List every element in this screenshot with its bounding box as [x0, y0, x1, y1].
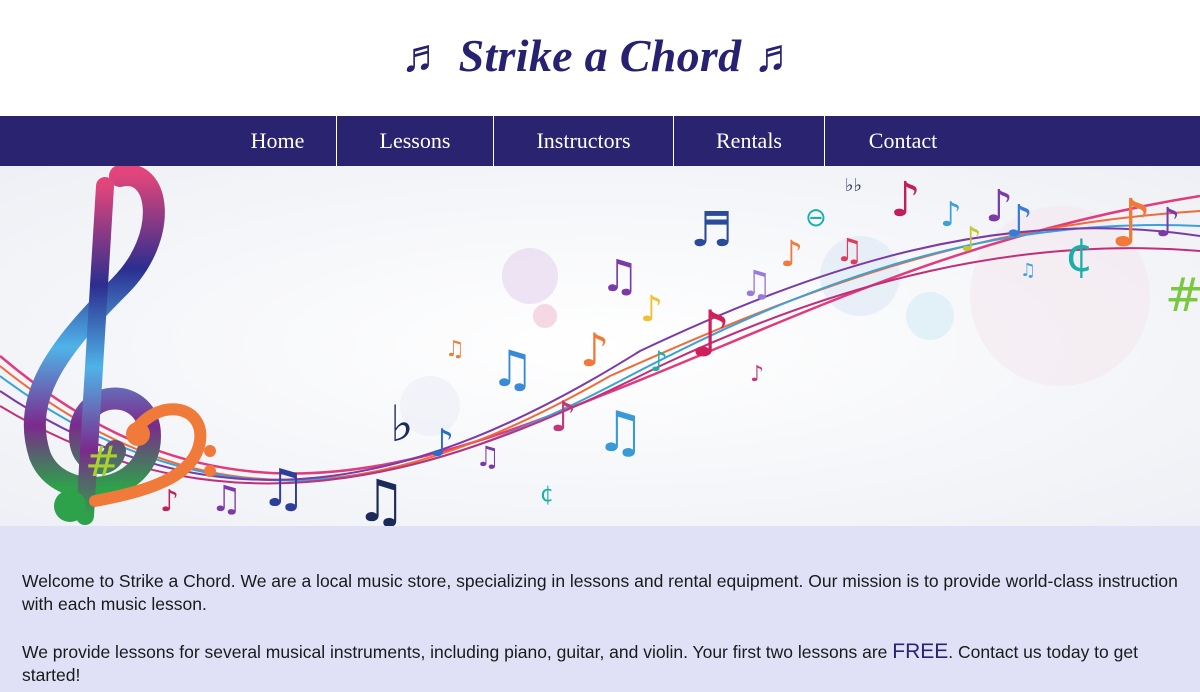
hero-banner: ♫ ♫ ♭ ♪ ♫ ♪ ♫ ♪ ♫ ♪ ♬ ♪ ♫ ♪ ♫ ♪ ♪ ♪ ♪ ♪ …	[0, 166, 1200, 526]
svg-text:♪: ♪	[1005, 196, 1033, 247]
nav-item-contact[interactable]: Contact	[825, 116, 981, 166]
hero-image: ♫ ♫ ♭ ♪ ♫ ♪ ♫ ♪ ♫ ♪ ♬ ♪ ♫ ♪ ♫ ♪ ♪ ♪ ♪ ♪ …	[0, 166, 1200, 526]
svg-text:#: #	[85, 437, 120, 486]
svg-text:♪: ♪	[1155, 200, 1181, 246]
svg-text:♫: ♫	[595, 400, 645, 465]
svg-text:♪: ♪	[780, 234, 803, 275]
svg-text:♫: ♫	[490, 340, 535, 398]
free-emphasis: FREE	[892, 640, 949, 663]
svg-text:♫: ♫	[475, 440, 500, 473]
svg-text:¢: ¢	[540, 482, 554, 507]
nav-item-instructors[interactable]: Instructors	[494, 116, 674, 166]
svg-text:♫: ♫	[600, 251, 639, 302]
svg-text:♭♭: ♭♭	[845, 175, 862, 196]
svg-text:♪: ♪	[160, 484, 179, 519]
svg-text:♪: ♪	[690, 298, 731, 372]
svg-text:♫: ♫	[355, 467, 407, 526]
svg-text:♫: ♫	[210, 479, 242, 520]
nav-item-lessons[interactable]: Lessons	[337, 116, 494, 166]
music-note-icon: ♬	[753, 29, 800, 81]
svg-text:♪: ♪	[430, 421, 454, 465]
svg-text:♭: ♭	[390, 395, 414, 453]
svg-text:♪: ♪	[940, 195, 962, 235]
svg-text:♪: ♪	[650, 345, 668, 378]
main-nav: Home Lessons Instructors Rentals Contact	[0, 116, 1200, 166]
svg-text:♪: ♪	[890, 172, 921, 228]
site-header: ♬ Strike a Chord ♬	[0, 0, 1200, 116]
svg-text:♪: ♪	[640, 289, 663, 330]
svg-text:♫: ♫	[445, 337, 465, 362]
intro-text: We provide lessons for several musical i…	[22, 642, 893, 662]
svg-text:♪: ♪	[1110, 185, 1152, 262]
site-title-text: Strike a Chord	[458, 29, 742, 81]
svg-text:♫: ♫	[740, 264, 772, 305]
svg-text:♪: ♪	[960, 220, 982, 260]
svg-text:#: #	[1165, 268, 1200, 322]
svg-text:♪: ♪	[580, 323, 609, 377]
nav-item-rentals[interactable]: Rentals	[674, 116, 825, 166]
svg-text:⊖: ⊖	[805, 203, 827, 233]
svg-text:♫: ♫	[1020, 260, 1036, 281]
intro-paragraph: Welcome to Strike a Chord. We are a loca…	[22, 571, 1178, 614]
nav-label: Contact	[868, 128, 938, 153]
svg-text:♬: ♬	[690, 202, 733, 258]
svg-text:♫: ♫	[835, 231, 864, 269]
nav-label: Lessons	[379, 128, 451, 153]
nav-item-home[interactable]: Home	[219, 116, 337, 166]
nav-label: Home	[250, 128, 305, 153]
nav-label: Rentals	[716, 128, 782, 153]
intro-paragraph-lessons: We provide lessons for several musical i…	[22, 640, 1178, 687]
svg-text:¢: ¢	[1065, 228, 1094, 282]
site-title[interactable]: ♬ Strike a Chord ♬	[400, 29, 799, 88]
svg-text:♫: ♫	[260, 459, 307, 519]
svg-text:♪: ♪	[750, 362, 764, 387]
nav-label: Instructors	[536, 128, 631, 153]
svg-text:♪: ♪	[550, 392, 577, 441]
nav-list: Home Lessons Instructors Rentals Contact	[219, 116, 981, 166]
intro-section: Welcome to Strike a Chord. We are a loca…	[0, 526, 1200, 692]
music-note-icon: ♬	[400, 29, 447, 81]
